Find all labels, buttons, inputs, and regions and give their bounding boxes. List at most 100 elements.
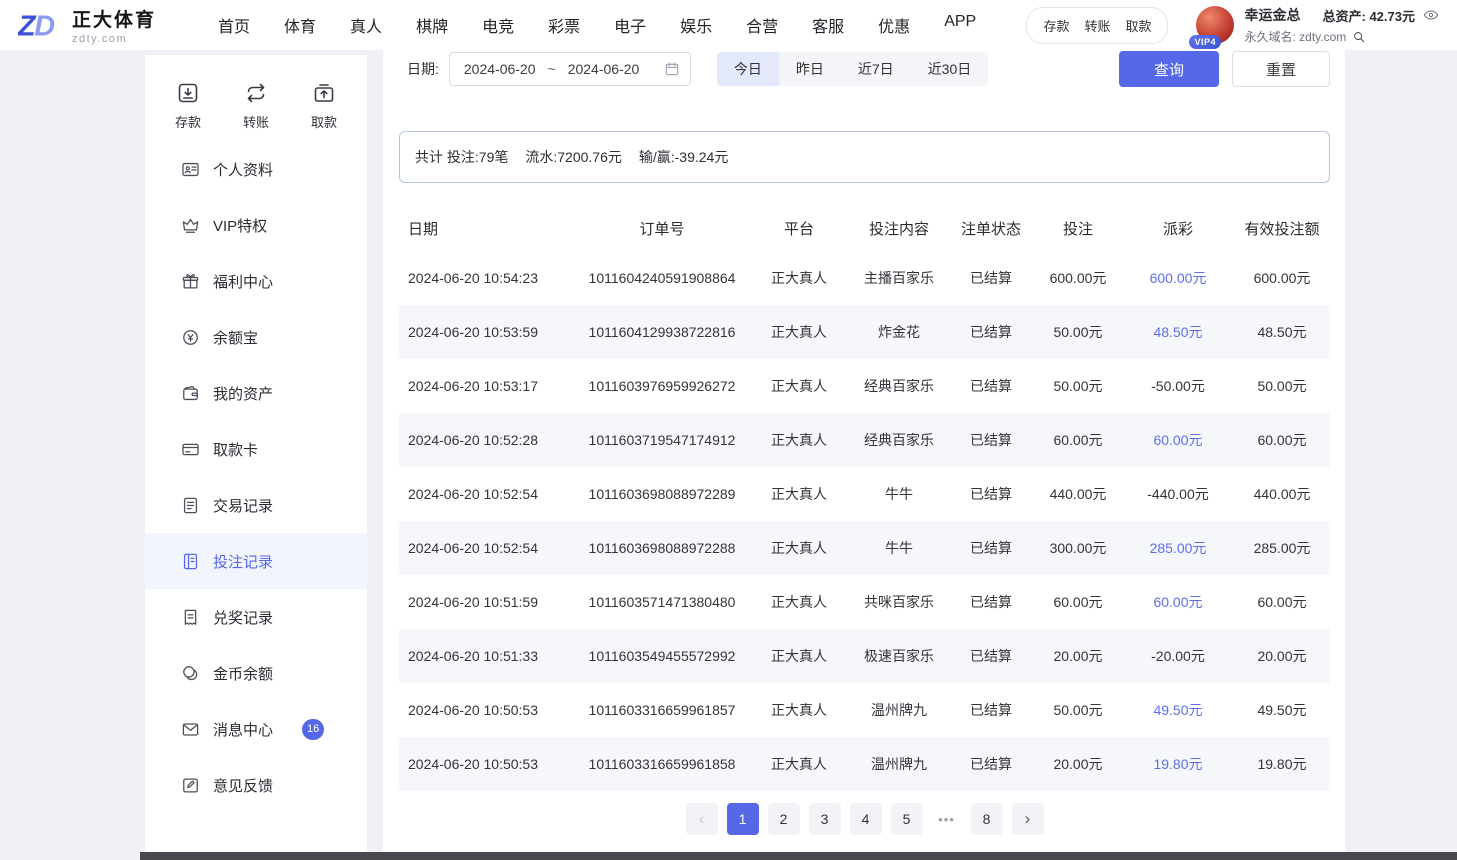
pagination-page-1[interactable]: 1 bbox=[727, 803, 759, 835]
cell-platform: 正大真人 bbox=[748, 538, 850, 558]
pagination-prev-icon[interactable]: ‹ bbox=[686, 803, 718, 835]
sidebar-item-5[interactable]: 取款卡 bbox=[145, 421, 367, 477]
pagination-page-2[interactable]: 2 bbox=[768, 803, 800, 835]
summary-winloss: 输/赢:-39.24元 bbox=[639, 147, 728, 167]
wallet-action-1[interactable]: 转账 bbox=[1084, 16, 1110, 35]
user-info: 幸运金总 总资产: 42.73元 永久域名: zdty.com bbox=[1244, 5, 1439, 45]
sidebar-item-7[interactable]: 投注记录 bbox=[145, 533, 367, 589]
table-row: 2024-06-20 10:52:281011603719547174912正大… bbox=[399, 413, 1330, 467]
search-button[interactable]: 查询 bbox=[1119, 51, 1219, 87]
cell-order: 1011603549455572992 bbox=[576, 648, 748, 664]
nav-item-0[interactable]: 首页 bbox=[218, 13, 250, 37]
sidebar-item-2[interactable]: 福利中心 bbox=[145, 253, 367, 309]
pagination-page-3[interactable]: 3 bbox=[809, 803, 841, 835]
quick-range-button-2[interactable]: 近7日 bbox=[841, 52, 911, 86]
cell-date: 2024-06-20 10:52:54 bbox=[399, 540, 576, 556]
assets-icon bbox=[181, 384, 200, 403]
bets-icon bbox=[181, 552, 200, 571]
cell-bet: 50.00元 bbox=[1034, 700, 1122, 720]
cell-payout: -50.00元 bbox=[1122, 376, 1234, 396]
pagination-page-4[interactable]: 4 bbox=[850, 803, 882, 835]
summary-turnover: 流水:7200.76元 bbox=[525, 147, 622, 167]
sidebar-item-label: 交易记录 bbox=[213, 495, 273, 516]
bets-table: 日期订单号平台投注内容注单状态投注派彩有效投注额 2024-06-20 10:5… bbox=[399, 205, 1330, 791]
nav-item-7[interactable]: 娱乐 bbox=[680, 13, 712, 37]
sidebar-item-8[interactable]: 兑奖记录 bbox=[145, 589, 367, 645]
cell-bet: 50.00元 bbox=[1034, 322, 1122, 342]
date-range-input[interactable]: 2024-06-20 ~ 2024-06-20 bbox=[449, 52, 691, 86]
sidebar-item-4[interactable]: 我的资产 bbox=[145, 365, 367, 421]
cell-date: 2024-06-20 10:50:53 bbox=[399, 756, 576, 772]
shortcut-label: 取款 bbox=[311, 112, 337, 131]
cell-status: 已结算 bbox=[948, 376, 1034, 396]
sidebar-menu: 个人资料VIP特权福利中心余额宝我的资产取款卡交易记录投注记录兑奖记录金币余额消… bbox=[145, 141, 367, 813]
nav-item-8[interactable]: 合营 bbox=[746, 13, 778, 37]
sidebar-shortcut-2[interactable]: 取款 bbox=[311, 81, 337, 141]
nav-item-5[interactable]: 彩票 bbox=[548, 13, 580, 37]
sidebar-item-9[interactable]: 金币余额 bbox=[145, 645, 367, 701]
deposit-icon bbox=[176, 81, 200, 105]
wallet-action-0[interactable]: 存款 bbox=[1043, 16, 1069, 35]
profile-icon bbox=[181, 160, 200, 179]
cell-valid-bet: 50.00元 bbox=[1234, 376, 1330, 396]
search-icon[interactable] bbox=[1352, 30, 1366, 44]
cell-valid-bet: 49.50元 bbox=[1234, 700, 1330, 720]
cell-status: 已结算 bbox=[948, 592, 1034, 612]
cell-order: 1011604240591908864 bbox=[576, 270, 748, 286]
avatar[interactable]: VIP4 bbox=[1196, 6, 1234, 44]
vip-badge: VIP4 bbox=[1189, 35, 1221, 49]
sidebar-item-11[interactable]: 意见反馈 bbox=[145, 757, 367, 813]
sidebar-item-10[interactable]: 消息中心16 bbox=[145, 701, 367, 757]
quick-range-button-1[interactable]: 昨日 bbox=[779, 52, 841, 86]
pagination-next-icon[interactable]: › bbox=[1012, 803, 1044, 835]
sidebar-item-3[interactable]: 余额宝 bbox=[145, 309, 367, 365]
cell-date: 2024-06-20 10:50:53 bbox=[399, 702, 576, 718]
table-row: 2024-06-20 10:54:231011604240591908864正大… bbox=[399, 251, 1330, 305]
assets-value: 42.73元 bbox=[1369, 9, 1415, 24]
calendar-icon[interactable] bbox=[664, 61, 680, 77]
pagination-page-5[interactable]: 5 bbox=[891, 803, 923, 835]
pagination-page-8[interactable]: 8 bbox=[971, 803, 1003, 835]
cell-payout: -440.00元 bbox=[1122, 484, 1234, 504]
cell-content: 牛牛 bbox=[850, 538, 948, 558]
sidebar-item-label: 兑奖记录 bbox=[213, 607, 273, 628]
sidebar-item-6[interactable]: 交易记录 bbox=[145, 477, 367, 533]
nav-item-6[interactable]: 电子 bbox=[614, 13, 646, 37]
sidebar-shortcut-1[interactable]: 转账 bbox=[243, 81, 269, 141]
assets-label: 总资产: bbox=[1322, 9, 1365, 24]
feedback-icon bbox=[181, 776, 200, 795]
cell-payout: 60.00元 bbox=[1122, 592, 1234, 612]
wallet-action-2[interactable]: 取款 bbox=[1125, 16, 1151, 35]
cell-platform: 正大真人 bbox=[748, 700, 850, 720]
column-header: 有效投注额 bbox=[1234, 218, 1330, 239]
brand-name: 正大体育 bbox=[72, 5, 156, 32]
brand-logo[interactable]: ZD 正大体育 zdty.com bbox=[18, 5, 156, 45]
nav-item-9[interactable]: 客服 bbox=[812, 13, 844, 37]
reset-button[interactable]: 重置 bbox=[1232, 51, 1330, 87]
total-assets: 总资产: 42.73元 bbox=[1322, 6, 1415, 25]
quick-range-button-3[interactable]: 近30日 bbox=[911, 52, 989, 86]
nav-item-3[interactable]: 棋牌 bbox=[416, 13, 448, 37]
sidebar-item-1[interactable]: VIP特权 bbox=[145, 197, 367, 253]
cell-order: 1011603316659961857 bbox=[576, 702, 748, 718]
quick-range-button-0[interactable]: 今日 bbox=[717, 52, 779, 86]
nav-item-1[interactable]: 体育 bbox=[284, 13, 316, 37]
nav-item-2[interactable]: 真人 bbox=[350, 13, 382, 37]
username: 幸运金总 bbox=[1244, 5, 1300, 25]
eye-icon[interactable] bbox=[1423, 7, 1439, 23]
table-row: 2024-06-20 10:51:591011603571471380480正大… bbox=[399, 575, 1330, 629]
brand-text: 正大体育 zdty.com bbox=[72, 5, 156, 45]
cell-platform: 正大真人 bbox=[748, 376, 850, 396]
nav-item-10[interactable]: 优惠 bbox=[878, 13, 910, 37]
sidebar-shortcut-0[interactable]: 存款 bbox=[175, 81, 201, 141]
table-row: 2024-06-20 10:53:171011603976959926272正大… bbox=[399, 359, 1330, 413]
sidebar-item-0[interactable]: 个人资料 bbox=[145, 141, 367, 197]
vip-icon bbox=[181, 216, 200, 235]
nav-item-4[interactable]: 电竞 bbox=[482, 13, 514, 37]
cell-date: 2024-06-20 10:51:59 bbox=[399, 594, 576, 610]
table-row: 2024-06-20 10:50:531011603316659961857正大… bbox=[399, 683, 1330, 737]
nav-item-11[interactable]: APP bbox=[944, 13, 976, 37]
table-row: 2024-06-20 10:51:331011603549455572992正大… bbox=[399, 629, 1330, 683]
cell-bet: 20.00元 bbox=[1034, 646, 1122, 666]
sidebar-item-label: 福利中心 bbox=[213, 271, 273, 292]
